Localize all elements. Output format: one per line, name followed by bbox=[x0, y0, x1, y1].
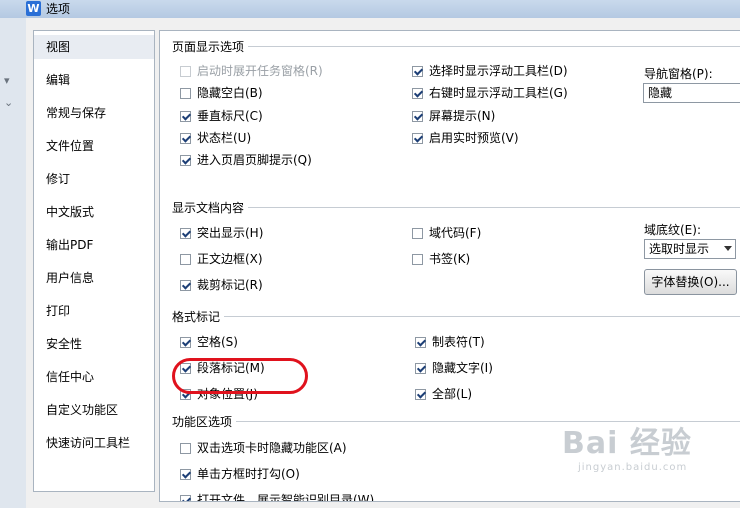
nav-item-general-save[interactable]: 常规与保存 bbox=[34, 101, 154, 125]
section-title-ribbon: 功能区选项 bbox=[172, 413, 237, 430]
checkbox-checked[interactable] bbox=[180, 337, 191, 348]
baidu-watermark: Bai 经验 jingyan.baidu.com bbox=[562, 418, 692, 473]
option-status-bar[interactable]: 状态栏(U) bbox=[180, 131, 251, 145]
option-hide-blank[interactable]: 隐藏空白(B) bbox=[180, 86, 263, 100]
checkbox-checked[interactable] bbox=[180, 469, 191, 480]
section-title-page-display: 页面显示选项 bbox=[172, 38, 249, 55]
option-tab-characters[interactable]: 制表符(T) bbox=[415, 335, 485, 349]
option-spaces[interactable]: 空格(S) bbox=[180, 335, 238, 349]
checkbox-checked[interactable] bbox=[415, 363, 426, 374]
red-annotation-ring bbox=[172, 358, 308, 394]
nav-item-view[interactable]: 视图 bbox=[34, 35, 154, 59]
nav-item-export-pdf[interactable]: 输出PDF bbox=[34, 233, 154, 257]
checkbox-checked[interactable] bbox=[415, 337, 426, 348]
category-nav: 视图 编辑 常规与保存 文件位置 修订 中文版式 输出PDF 用户信息 打印 安… bbox=[33, 30, 155, 492]
nav-item-user-info[interactable]: 用户信息 bbox=[34, 266, 154, 290]
nav-item-security[interactable]: 安全性 bbox=[34, 332, 154, 356]
font-substitute-button[interactable]: 字体替换(O)... bbox=[644, 269, 737, 295]
section-title-doc-content: 显示文档内容 bbox=[172, 199, 249, 216]
option-highlight[interactable]: 突出显示(H) bbox=[180, 226, 263, 240]
chevron-icon: ⌄ bbox=[4, 96, 14, 109]
checkbox-checked[interactable] bbox=[180, 495, 191, 501]
nav-item-file-location[interactable]: 文件位置 bbox=[34, 134, 154, 158]
section-divider bbox=[172, 46, 740, 47]
nav-item-edit[interactable]: 编辑 bbox=[34, 68, 154, 92]
option-float-toolbar-select[interactable]: 选择时显示浮动工具栏(D) bbox=[412, 64, 568, 78]
option-expand-task-pane[interactable]: 启动时展开任务窗格(R) bbox=[180, 64, 323, 78]
checkbox[interactable] bbox=[412, 254, 423, 265]
checkbox-checked[interactable] bbox=[412, 111, 423, 122]
checkbox-checked[interactable] bbox=[180, 133, 191, 144]
nav-item-trust-center[interactable]: 信任中心 bbox=[34, 365, 154, 389]
checkbox-checked[interactable] bbox=[412, 133, 423, 144]
checkbox[interactable] bbox=[180, 254, 191, 265]
nav-pane-select[interactable]: 隐藏 bbox=[643, 83, 740, 103]
title-bar: W 选项 bbox=[0, 0, 740, 18]
checkbox-checked[interactable] bbox=[180, 228, 191, 239]
option-text-boundaries[interactable]: 正文边框(X) bbox=[180, 252, 263, 266]
checkbox-checked[interactable] bbox=[180, 280, 191, 291]
wps-app-icon: W bbox=[26, 1, 41, 16]
dropdown-arrow-icon bbox=[724, 246, 732, 251]
section-divider bbox=[172, 316, 740, 317]
checkbox[interactable] bbox=[180, 443, 191, 454]
checkbox-checked[interactable] bbox=[180, 111, 191, 122]
field-shading-label: 域底纹(E): bbox=[644, 223, 701, 237]
background-app-strip: ▾ ⌄ bbox=[0, 18, 27, 508]
checkbox-checked[interactable] bbox=[412, 88, 423, 99]
option-click-box-check[interactable]: 单击方框时打勾(O) bbox=[180, 467, 300, 481]
checkbox[interactable] bbox=[180, 66, 191, 77]
watermark-logo: Bai 经验 bbox=[562, 426, 692, 461]
dialog-title: 选项 bbox=[46, 2, 71, 16]
option-bookmarks[interactable]: 书签(K) bbox=[412, 252, 470, 266]
option-smart-toc[interactable]: 打开文件，展示智能识别目录(W) bbox=[180, 493, 374, 501]
option-field-codes[interactable]: 域代码(F) bbox=[412, 226, 481, 240]
option-hide-ribbon-dblclick[interactable]: 双击选项卡时隐藏功能区(A) bbox=[180, 441, 347, 455]
nav-item-chinese-layout[interactable]: 中文版式 bbox=[34, 200, 154, 224]
section-title-format-marks: 格式标记 bbox=[172, 308, 225, 325]
option-float-toolbar-rightclick[interactable]: 右键时显示浮动工具栏(G) bbox=[412, 86, 568, 100]
checkbox-checked[interactable] bbox=[180, 155, 191, 166]
checkbox-checked[interactable] bbox=[412, 66, 423, 77]
option-crop-marks[interactable]: 裁剪标记(R) bbox=[180, 278, 263, 292]
nav-item-customize-ribbon[interactable]: 自定义功能区 bbox=[34, 398, 154, 422]
checkbox[interactable] bbox=[412, 228, 423, 239]
option-live-preview[interactable]: 启用实时预览(V) bbox=[412, 131, 519, 145]
option-screen-tips[interactable]: 屏幕提示(N) bbox=[412, 109, 495, 123]
section-divider bbox=[172, 207, 740, 208]
option-hidden-text[interactable]: 隐藏文字(I) bbox=[415, 361, 493, 375]
watermark-url: jingyan.baidu.com bbox=[578, 462, 688, 473]
field-shading-select[interactable]: 选取时显示 bbox=[644, 239, 736, 259]
dropdown-icon: ▾ bbox=[4, 74, 10, 87]
option-all-marks[interactable]: 全部(L) bbox=[415, 387, 472, 401]
checkbox[interactable] bbox=[180, 88, 191, 99]
option-vertical-ruler[interactable]: 垂直标尺(C) bbox=[180, 109, 263, 123]
nav-item-print[interactable]: 打印 bbox=[34, 299, 154, 323]
option-header-footer-hint[interactable]: 进入页眉页脚提示(Q) bbox=[180, 153, 312, 167]
nav-item-revision[interactable]: 修订 bbox=[34, 167, 154, 191]
nav-pane-label: 导航窗格(P): bbox=[644, 67, 713, 81]
checkbox-checked[interactable] bbox=[415, 389, 426, 400]
nav-item-quick-access-toolbar[interactable]: 快速访问工具栏 bbox=[34, 431, 154, 455]
